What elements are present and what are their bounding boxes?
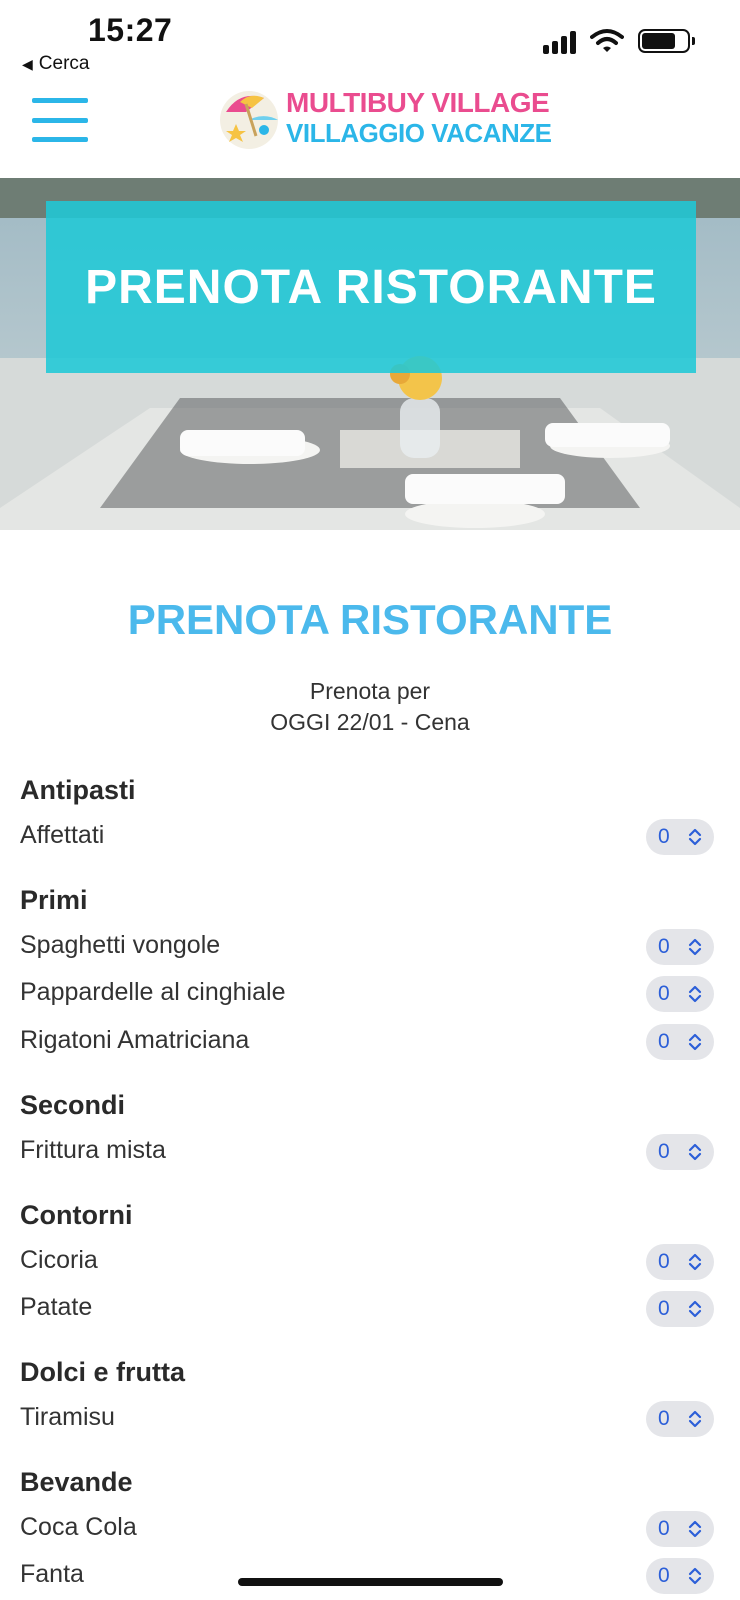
back-label: Cerca xyxy=(38,53,90,74)
battery-icon xyxy=(638,29,695,53)
menu-item: Rigatoni Amatriciana 0 xyxy=(0,1024,740,1064)
menu-item: Cicoria 0 xyxy=(0,1244,740,1284)
hero-banner-title: PRENOTA RISTORANTE xyxy=(85,260,657,314)
quantity-select[interactable]: 0 xyxy=(646,1401,714,1437)
quantity-select[interactable]: 0 xyxy=(646,1024,714,1060)
quantity-select[interactable]: 0 xyxy=(646,819,714,855)
status-icons xyxy=(543,28,695,54)
chevron-up-down-icon xyxy=(688,1143,702,1161)
hamburger-menu-icon[interactable] xyxy=(32,98,88,142)
menu-item: Spaghetti vongole 0 xyxy=(0,929,740,969)
quantity-value: 0 xyxy=(658,982,670,1005)
logo[interactable]: MULTIBUY VILLAGE VILLAGGIO VACANZE xyxy=(216,82,552,152)
quantity-value: 0 xyxy=(658,1250,670,1273)
quantity-select[interactable]: 0 xyxy=(646,976,714,1012)
quantity-value: 0 xyxy=(658,1297,670,1320)
booking-label: Prenota per xyxy=(309,678,431,704)
chevron-up-down-icon xyxy=(688,1300,702,1318)
menu-item: Patate 0 xyxy=(0,1291,740,1331)
quantity-value: 0 xyxy=(658,1564,670,1587)
section-heading-bevande: Bevande xyxy=(20,1467,133,1497)
item-name: Cicoria xyxy=(20,1246,98,1274)
section-heading-dolci: Dolci e frutta xyxy=(20,1357,186,1387)
menu-item: Coca Cola 0 xyxy=(0,1511,740,1551)
quantity-select[interactable]: 0 xyxy=(646,929,714,965)
section-heading-antipasti: Antipasti xyxy=(20,775,136,805)
booking-date-meal: OGGI 22/01 - Cena xyxy=(270,709,470,735)
item-name: Pappardelle al cinghiale xyxy=(20,978,286,1006)
section-heading-primi: Primi xyxy=(20,885,88,915)
item-name: Fanta xyxy=(20,1560,84,1588)
item-name: Patate xyxy=(20,1293,93,1321)
menu-item: Pappardelle al cinghiale 0 xyxy=(0,976,740,1016)
quantity-select[interactable]: 0 xyxy=(646,1244,714,1280)
hero-image: PRENOTA RISTORANTE xyxy=(0,178,740,530)
chevron-up-down-icon xyxy=(688,1253,702,1271)
menu-item: Frittura mista 0 xyxy=(0,1134,740,1174)
chevron-up-down-icon xyxy=(688,985,702,1003)
logo-title: MULTIBUY VILLAGE xyxy=(286,86,550,118)
quantity-select[interactable]: 0 xyxy=(646,1511,714,1547)
item-name: Tiramisu xyxy=(20,1403,115,1431)
page-title: PRENOTA RISTORANTE xyxy=(127,596,613,643)
chevron-up-down-icon xyxy=(688,1520,702,1538)
quantity-value: 0 xyxy=(658,1030,670,1053)
wifi-icon xyxy=(590,29,624,52)
home-indicator[interactable] xyxy=(238,1578,503,1586)
quantity-value: 0 xyxy=(658,1517,670,1540)
quantity-value: 0 xyxy=(658,1140,670,1163)
section-heading-secondi: Secondi xyxy=(20,1090,126,1120)
item-name: Frittura mista xyxy=(20,1136,166,1164)
chevron-up-down-icon xyxy=(688,938,702,956)
item-name: Rigatoni Amatriciana xyxy=(20,1026,250,1054)
status-bar: 15:27 ◀ Cerca xyxy=(0,0,740,80)
booking-subtitle: Prenota per OGGI 22/01 - Cena xyxy=(0,676,740,738)
back-triangle-icon: ◀ xyxy=(22,55,33,72)
section-heading-contorni: Contorni xyxy=(20,1200,133,1230)
quantity-select[interactable]: 0 xyxy=(646,1558,714,1594)
app-header: MULTIBUY VILLAGE VILLAGGIO VACANZE xyxy=(0,80,740,178)
chevron-up-down-icon xyxy=(688,1410,702,1428)
chevron-up-down-icon xyxy=(688,828,702,846)
menu-item: Affettati 0 xyxy=(0,819,740,859)
hero-banner: PRENOTA RISTORANTE xyxy=(46,201,696,373)
chevron-up-down-icon xyxy=(688,1033,702,1051)
cellular-signal-icon xyxy=(543,28,576,54)
item-name: Coca Cola xyxy=(20,1513,137,1541)
chevron-up-down-icon xyxy=(688,1567,702,1585)
quantity-value: 0 xyxy=(658,1407,670,1430)
logo-subtitle: VILLAGGIO VACANZE xyxy=(286,117,552,148)
back-to-search-link[interactable]: ◀ Cerca xyxy=(22,53,89,75)
quantity-value: 0 xyxy=(658,825,670,848)
beach-umbrella-logo-icon xyxy=(220,91,278,149)
item-name: Affettati xyxy=(20,821,105,849)
item-name: Spaghetti vongole xyxy=(20,931,221,959)
quantity-select[interactable]: 0 xyxy=(646,1291,714,1327)
menu-item: Tiramisu 0 xyxy=(0,1401,740,1441)
quantity-value: 0 xyxy=(658,935,670,958)
quantity-select[interactable]: 0 xyxy=(646,1134,714,1170)
status-time: 15:27 xyxy=(88,12,173,48)
